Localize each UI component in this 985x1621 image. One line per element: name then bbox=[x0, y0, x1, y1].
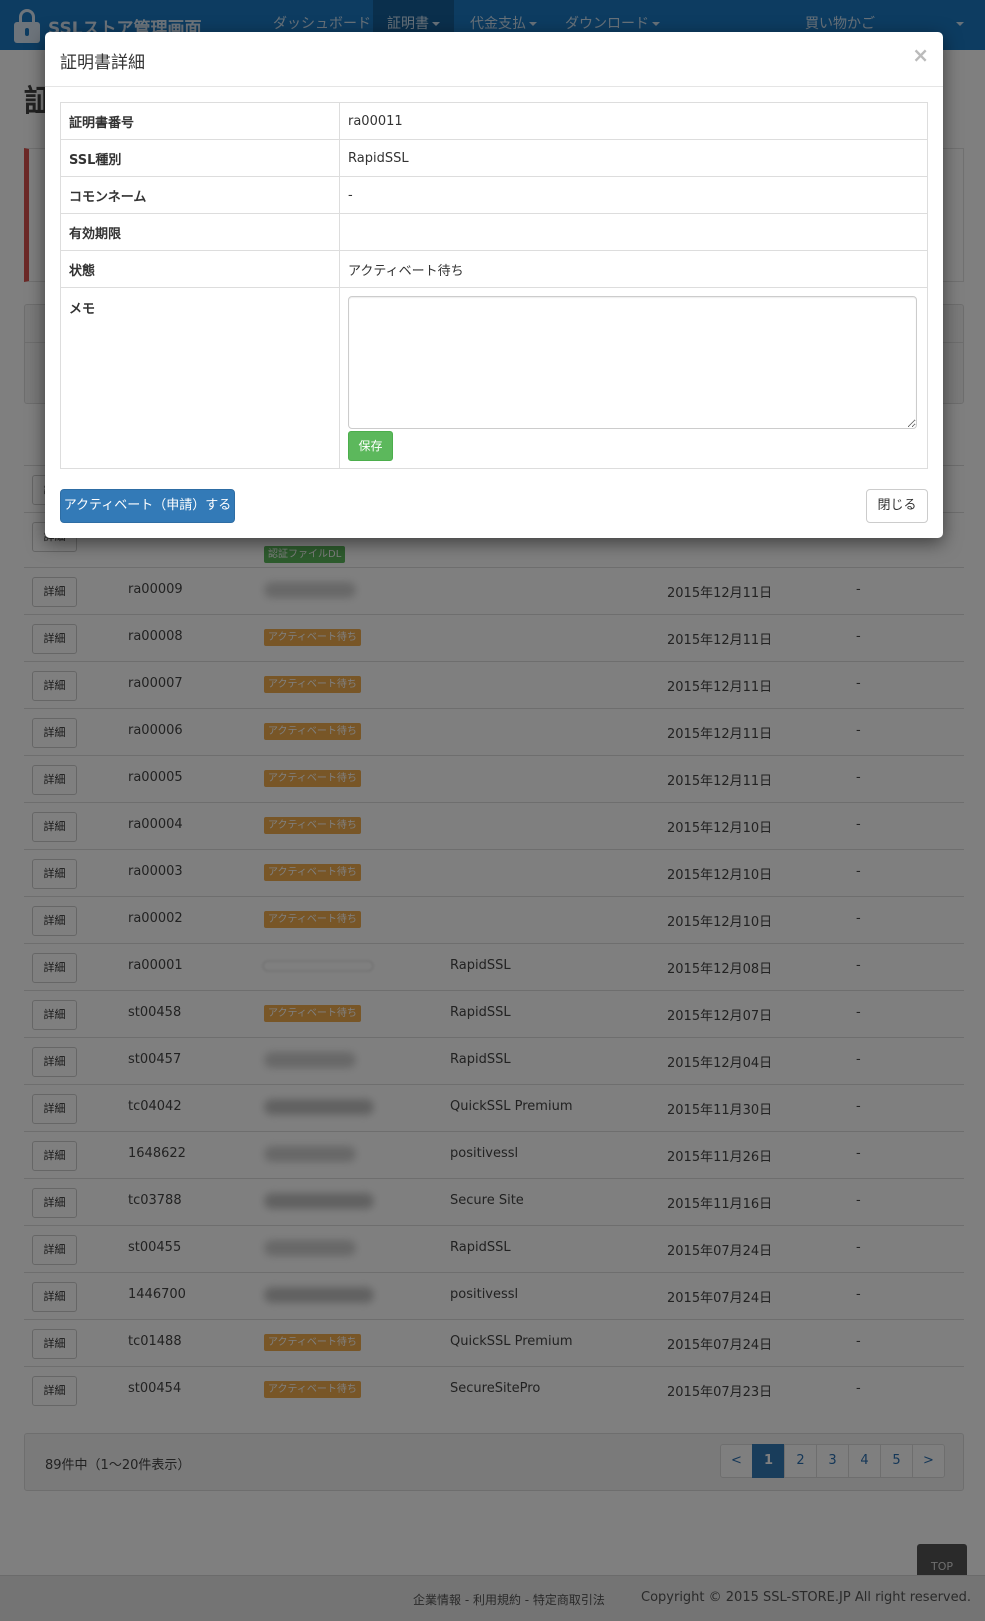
memo-cell: 保存 bbox=[339, 287, 928, 469]
cert-no-label: 証明書番号 bbox=[60, 102, 340, 140]
memo-textarea[interactable] bbox=[348, 296, 917, 429]
common-name-value: - bbox=[339, 176, 928, 214]
modal-header: 証明書詳細 × bbox=[45, 32, 943, 87]
ssl-type-value: RapidSSL bbox=[339, 139, 928, 177]
expiry-label: 有効期限 bbox=[60, 213, 340, 251]
save-button[interactable]: 保存 bbox=[348, 431, 393, 461]
detail-row-status: 状態 アクティベート待ち bbox=[60, 250, 928, 288]
close-button[interactable]: 閉じる bbox=[866, 489, 928, 523]
detail-row-memo: メモ 保存 bbox=[60, 287, 928, 469]
activate-button[interactable]: アクティベート（申請）する bbox=[60, 489, 235, 523]
detail-row-common-name: コモンネーム - bbox=[60, 176, 928, 214]
detail-table: 証明書番号 ra00011 SSL種別 RapidSSL コモンネーム - 有効… bbox=[60, 102, 928, 469]
status-value: アクティベート待ち bbox=[339, 250, 928, 288]
certificate-detail-modal: 証明書詳細 × 証明書番号 ra00011 SSL種別 RapidSSL コモン… bbox=[45, 32, 943, 538]
modal-title: 証明書詳細 bbox=[60, 53, 145, 73]
cert-no-value: ra00011 bbox=[339, 102, 928, 140]
close-icon[interactable]: × bbox=[912, 43, 929, 67]
detail-row-expiry: 有効期限 bbox=[60, 213, 928, 251]
common-name-label: コモンネーム bbox=[60, 176, 340, 214]
ssl-type-label: SSL種別 bbox=[60, 139, 340, 177]
status-label: 状態 bbox=[60, 250, 340, 288]
memo-label: メモ bbox=[60, 287, 340, 469]
expiry-value bbox=[339, 213, 928, 251]
detail-row-cert-no: 証明書番号 ra00011 bbox=[60, 102, 928, 140]
detail-row-ssl-type: SSL種別 RapidSSL bbox=[60, 139, 928, 177]
